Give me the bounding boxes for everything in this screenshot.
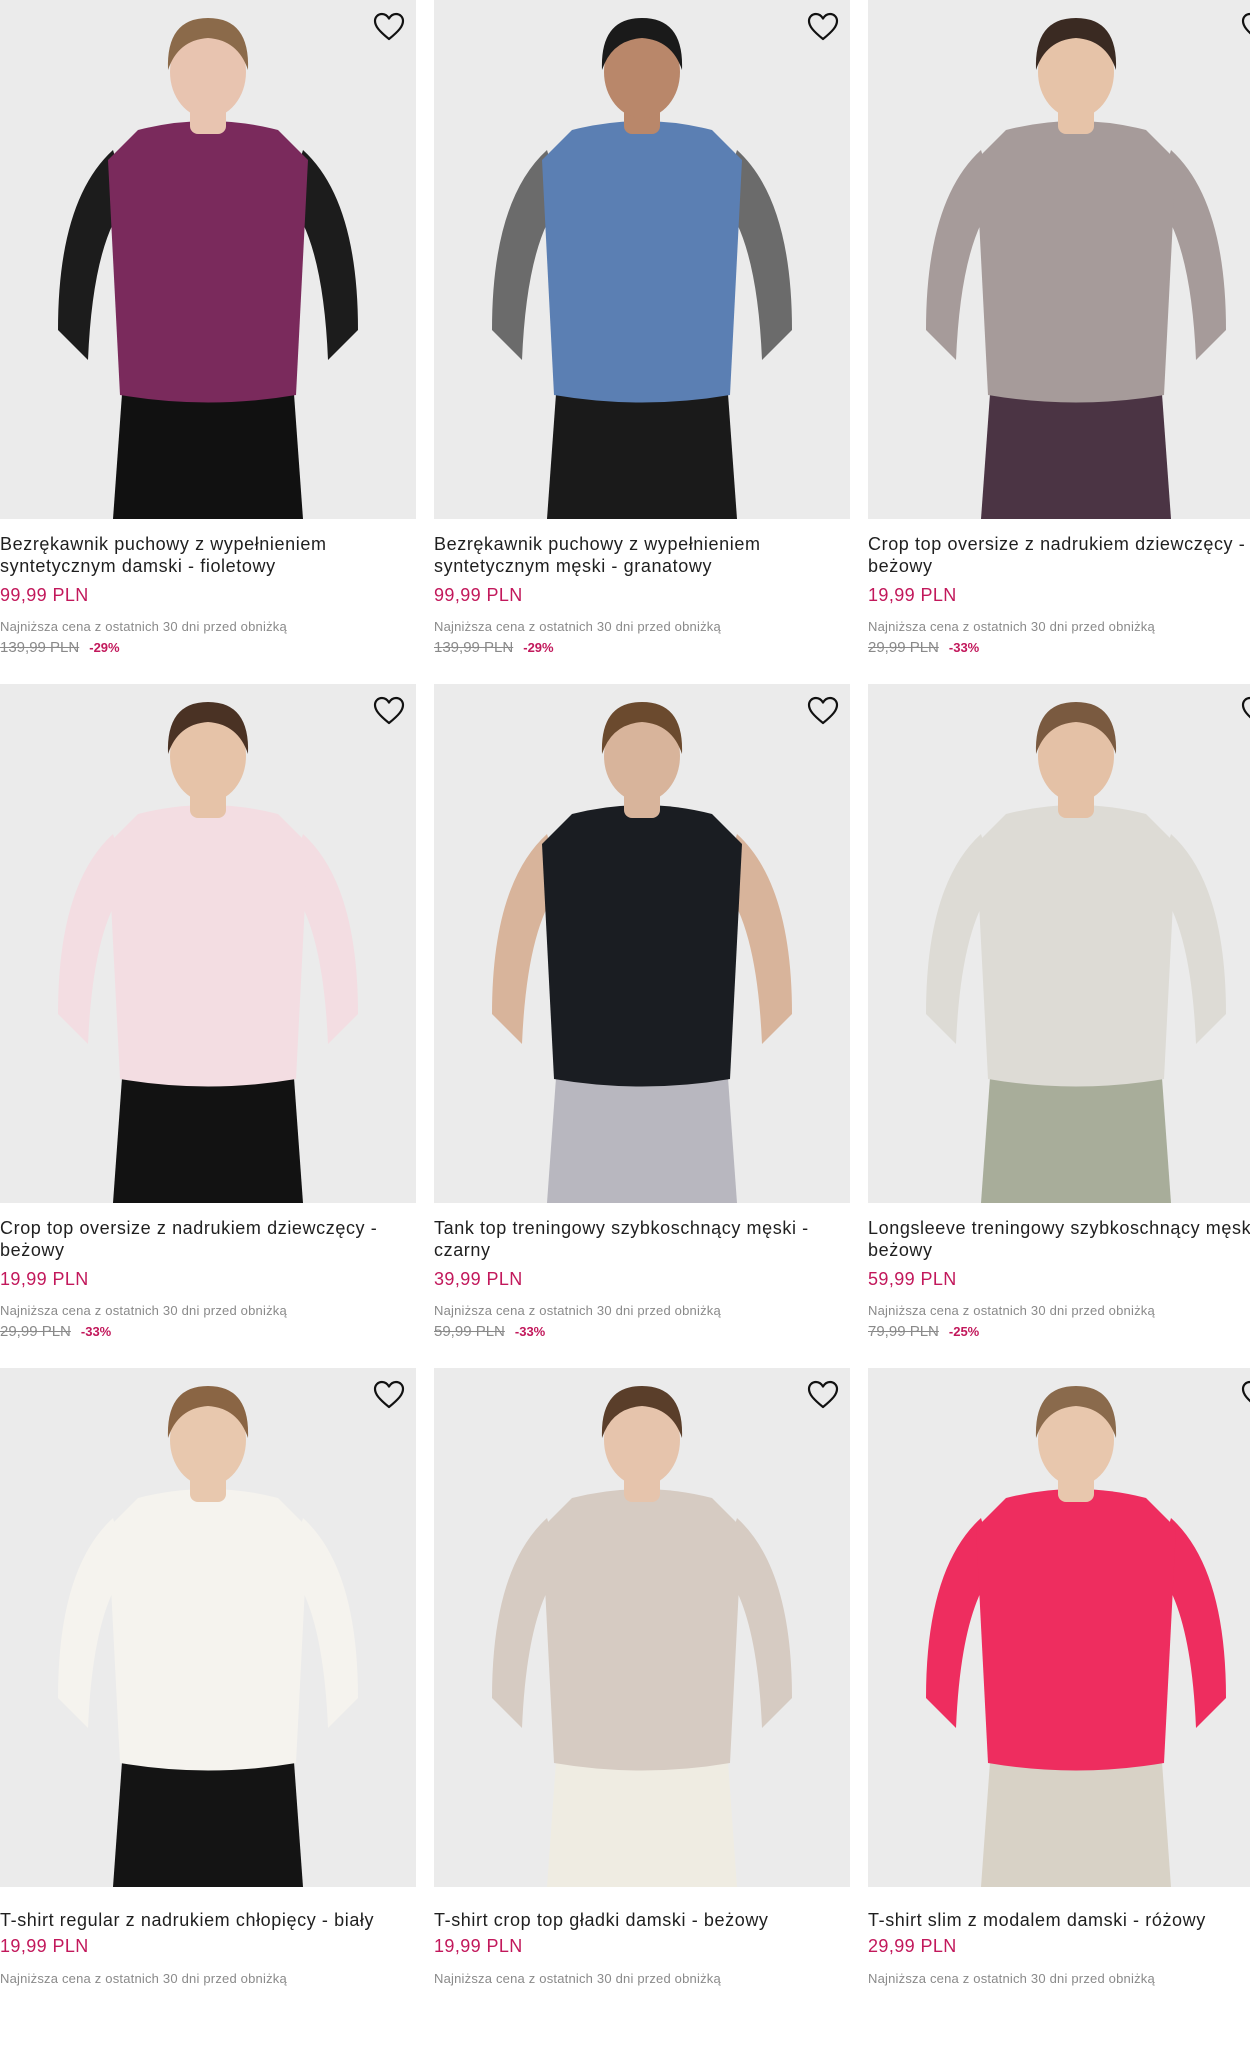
product-name[interactable]: T-shirt crop top gładki damski - beżowy	[434, 1909, 850, 1931]
discount-badge: -29%	[523, 640, 554, 655]
model-figure	[492, 18, 792, 519]
model-figure	[492, 1386, 792, 1887]
lowest-price-note: Najniższa cena z ostatnich 30 dni przed …	[868, 619, 1155, 634]
heart-outline-icon	[373, 12, 405, 41]
model-figure	[492, 702, 792, 1203]
old-price: 139,99 PLN	[434, 639, 514, 656]
lowest-price-note: Najniższa cena z ostatnich 30 dni przed …	[868, 1303, 1155, 1318]
old-price-row: 29,99 PLN -33%	[0, 1323, 111, 1340]
old-price: 79,99 PLN	[868, 1323, 939, 1340]
product-card[interactable]: Longsleeve treningowy szybkoschnący męsk…	[868, 684, 1250, 1369]
old-price: 29,99 PLN	[0, 1323, 71, 1340]
product-name[interactable]: Crop top oversize z nadrukiem dziewczęcy…	[0, 1217, 416, 1261]
model-figure	[58, 702, 358, 1203]
wishlist-button[interactable]	[1238, 692, 1250, 730]
product-name[interactable]: Bezrękawnik puchowy z wypełnieniem synte…	[434, 533, 850, 577]
old-price: 59,99 PLN	[434, 1323, 505, 1340]
product-price: 19,99 PLN	[0, 1936, 89, 1956]
product-price: 19,99 PLN	[868, 585, 957, 605]
wishlist-button[interactable]	[370, 692, 408, 730]
old-price-row: 59,99 PLN -33%	[434, 1323, 545, 1340]
product-image[interactable]	[868, 1368, 1250, 1887]
lowest-price-note: Najniższa cena z ostatnich 30 dni przed …	[0, 1971, 287, 1986]
old-price: 29,99 PLN	[868, 639, 939, 656]
heart-outline-icon	[807, 12, 839, 41]
product-price: 99,99 PLN	[434, 585, 523, 605]
heart-outline-icon	[807, 696, 839, 725]
lowest-price-note: Najniższa cena z ostatnich 30 dni przed …	[434, 619, 721, 634]
wishlist-button[interactable]	[1238, 1376, 1250, 1414]
product-card[interactable]: Crop top oversize z nadrukiem dziewczęcy…	[0, 684, 416, 1369]
product-card[interactable]: Bezrękawnik puchowy z wypełnieniem synte…	[434, 0, 850, 685]
product-name[interactable]: Tank top treningowy szybkoschnący męski …	[434, 1217, 850, 1261]
lowest-price-note: Najniższa cena z ostatnich 30 dni przed …	[434, 1971, 721, 1986]
product-image[interactable]	[868, 684, 1250, 1203]
product-card[interactable]: Tank top treningowy szybkoschnący męski …	[434, 684, 850, 1369]
wishlist-button[interactable]	[804, 8, 842, 46]
model-figure	[926, 702, 1226, 1203]
heart-outline-icon	[1241, 12, 1250, 35]
product-price: 39,99 PLN	[434, 1269, 523, 1289]
discount-badge: -33%	[514, 1324, 546, 1339]
product-price: 99,99 PLN	[0, 585, 89, 605]
lowest-price-note: Najniższa cena z ostatnich 30 dni przed …	[0, 1303, 287, 1318]
product-image[interactable]	[868, 0, 1250, 519]
product-price: 59,99 PLN	[868, 1269, 957, 1289]
product-card[interactable]: T-shirt regular z nadrukiem chłopięcy - …	[0, 1368, 416, 2053]
heart-outline-icon	[373, 1380, 405, 1409]
heart-outline-icon	[1241, 696, 1250, 719]
product-price: 19,99 PLN	[0, 1269, 89, 1289]
product-price: 19,99 PLN	[434, 1936, 523, 1956]
wishlist-button[interactable]	[804, 692, 842, 730]
old-price-row: 79,99 PLN -25%	[868, 1323, 979, 1340]
product-image[interactable]	[434, 1368, 850, 1887]
product-price: 29,99 PLN	[868, 1936, 957, 1956]
heart-outline-icon	[373, 696, 405, 725]
old-price: 139,99 PLN	[0, 639, 80, 656]
lowest-price-note: Najniższa cena z ostatnich 30 dni przed …	[0, 619, 287, 634]
wishlist-button[interactable]	[370, 1376, 408, 1414]
product-name[interactable]: T-shirt regular z nadrukiem chłopięcy - …	[0, 1909, 416, 1931]
product-card[interactable]: T-shirt crop top gładki damski - beżowy …	[434, 1368, 850, 2053]
product-card[interactable]: Bezrękawnik puchowy z wypełnieniem synte…	[0, 0, 416, 685]
product-name[interactable]: T-shirt slim z modalem damski - różowy	[868, 1909, 1250, 1931]
model-figure	[58, 1386, 358, 1887]
product-card[interactable]: Crop top oversize z nadrukiem dziewczęcy…	[868, 0, 1250, 685]
product-card[interactable]: T-shirt slim z modalem damski - różowy 2…	[868, 1368, 1250, 2053]
old-price-row: 139,99 PLN -29%	[434, 639, 554, 656]
heart-outline-icon	[807, 1380, 839, 1409]
lowest-price-note: Najniższa cena z ostatnich 30 dni przed …	[868, 1971, 1155, 1986]
heart-outline-icon	[1241, 1380, 1250, 1403]
product-image[interactable]	[434, 0, 850, 519]
discount-badge: -25%	[948, 1324, 980, 1339]
product-image[interactable]	[0, 684, 416, 1203]
wishlist-button[interactable]	[804, 1376, 842, 1414]
old-price-row: 29,99 PLN -33%	[868, 639, 979, 656]
product-name[interactable]: Crop top oversize z nadrukiem dziewczęcy…	[868, 533, 1250, 577]
model-figure	[926, 18, 1226, 519]
product-image[interactable]	[434, 684, 850, 1203]
old-price-row: 139,99 PLN -29%	[0, 639, 120, 656]
discount-badge: -29%	[89, 640, 120, 655]
lowest-price-note: Najniższa cena z ostatnich 30 dni przed …	[434, 1303, 721, 1318]
product-name[interactable]: Longsleeve treningowy szybkoschnący męsk…	[868, 1217, 1250, 1261]
wishlist-button[interactable]	[1238, 8, 1250, 46]
product-name[interactable]: Bezrękawnik puchowy z wypełnieniem synte…	[0, 533, 416, 577]
product-image[interactable]	[0, 1368, 416, 1887]
model-figure	[926, 1386, 1226, 1887]
wishlist-button[interactable]	[370, 8, 408, 46]
discount-badge: -33%	[80, 1324, 112, 1339]
discount-badge: -33%	[948, 640, 980, 655]
product-image[interactable]	[0, 0, 416, 519]
model-figure	[58, 18, 358, 519]
